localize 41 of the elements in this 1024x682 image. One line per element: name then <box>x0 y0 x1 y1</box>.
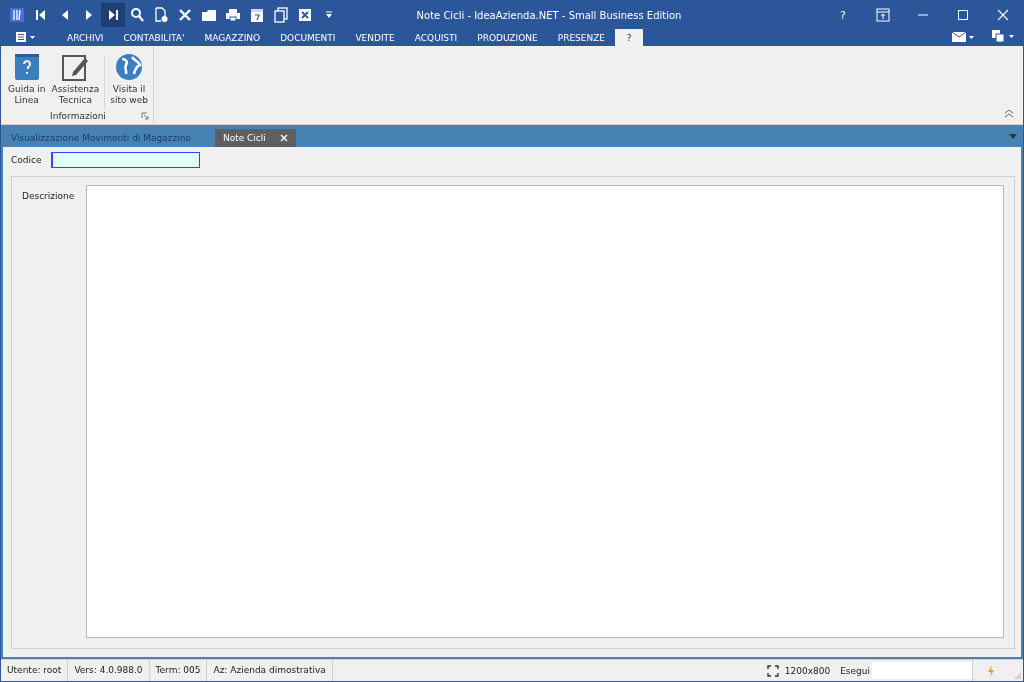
edit-icon <box>60 52 91 82</box>
ribbon-tab[interactable]: ARCHIVI <box>57 29 114 46</box>
maximize-icon[interactable] <box>957 9 969 21</box>
restore-ribbon-icon[interactable] <box>876 8 890 22</box>
windows-icon[interactable] <box>991 29 1015 43</box>
menu-icon[interactable] <box>15 31 37 43</box>
status-text: Term: 005 <box>149 660 208 681</box>
ribbon-tab[interactable]: MAGAZZINO <box>194 29 271 46</box>
help-button[interactable]: ? <box>823 1 863 29</box>
ribbon-tab[interactable]: PRODUZIONE <box>467 29 548 46</box>
ribbon-button[interactable]: Guida in Linea <box>5 50 49 110</box>
ribbon-button[interactable]: Assistenza Tecnica <box>48 50 103 110</box>
globe-icon <box>114 52 145 82</box>
last-record-icon[interactable] <box>101 3 125 27</box>
tab-list-icon[interactable] <box>1009 134 1017 139</box>
status-text: Utente: root <box>1 660 69 681</box>
input-field[interactable] <box>51 152 200 168</box>
command-field[interactable] <box>872 662 972 679</box>
ribbon-tab[interactable]: DOCUMENTI <box>270 29 346 46</box>
status-text: Vers: 4.0.988.0 <box>68 660 150 681</box>
run-label: Esegui <box>840 665 870 676</box>
resolution-text: 1200x800 <box>784 665 831 676</box>
document-tab[interactable]: Note Cicli <box>214 129 296 147</box>
ribbon-tab[interactable]: VENDITE <box>345 29 405 46</box>
window-title: Note Cicli - IdeaAzienda.NET - Small Business Edition <box>415 9 683 21</box>
field-label: Descrizione <box>22 190 76 203</box>
field-label: Codice <box>11 155 43 165</box>
status-text: Az: Azienda dimostrativa <box>207 660 333 681</box>
ribbon-button[interactable]: Visita il sito web <box>107 50 151 110</box>
group-label: Informazioni <box>50 111 106 121</box>
ribbon-tab[interactable]: CONTABILITA' <box>113 29 195 46</box>
ribbon-tab[interactable]: ? <box>615 29 644 46</box>
fullscreen-icon[interactable] <box>766 664 779 677</box>
ribbon-tab[interactable]: ACQUISTI <box>404 29 468 46</box>
close-icon[interactable] <box>997 9 1009 21</box>
resize-grip-icon <box>1015 673 1021 679</box>
mail-icon[interactable] <box>951 31 975 43</box>
close-icon[interactable] <box>279 134 288 142</box>
collapse-ribbon-icon[interactable] <box>1003 108 1015 118</box>
ribbon-tab[interactable]: PRESENZE <box>547 29 616 46</box>
dialog-launcher-icon[interactable] <box>140 112 149 120</box>
